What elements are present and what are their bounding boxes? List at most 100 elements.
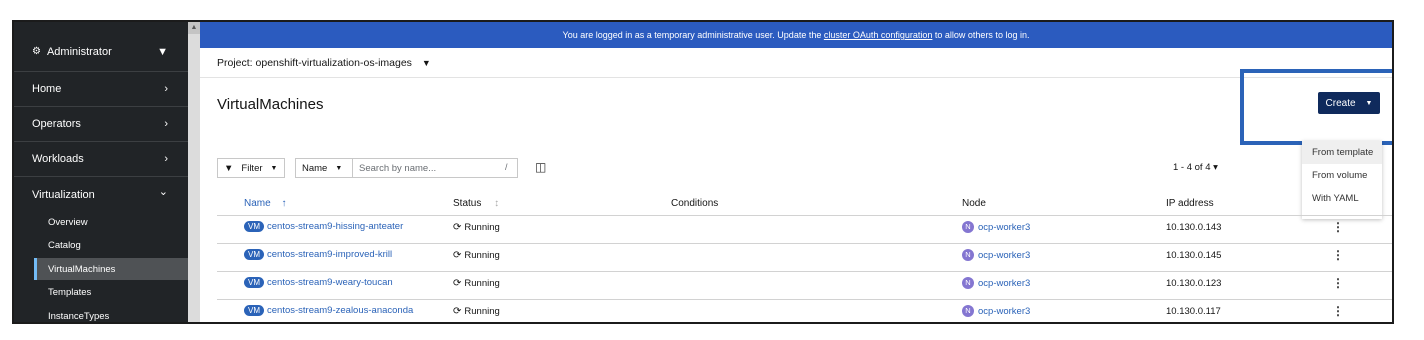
vm-status: ⟳ Running (453, 250, 500, 261)
kebab-menu-icon[interactable]: ⋮ (1332, 220, 1344, 234)
menu-item-with-yaml[interactable]: With YAML (1302, 187, 1382, 210)
chevron-down-icon: ▼ (157, 45, 168, 58)
name-select-label: Name (302, 162, 328, 174)
column-header-status[interactable]: Status ↕ (453, 198, 499, 209)
status-text: Running (464, 222, 500, 233)
vm-status: ⟳ Running (453, 306, 500, 317)
sidebar-item-label: Workloads (32, 153, 84, 165)
ip-address: 10.130.0.117 (1166, 306, 1221, 317)
node-badge: N (962, 305, 974, 317)
ip-address: 10.130.0.143 (1166, 222, 1222, 233)
ip-address: 10.130.0.145 (1166, 250, 1222, 261)
main-content: Project: openshift-virtualization-os-ima… (200, 48, 1392, 322)
sidebar-item-virtualmachines[interactable]: VirtualMachines (34, 258, 188, 280)
vm-name: centos-stream9-zealous-anaconda (267, 305, 414, 316)
kebab-menu-icon[interactable]: ⋮ (1332, 276, 1344, 290)
node-name: ocp-worker3 (978, 277, 1031, 289)
vm-name-link[interactable]: VM centos-stream9-weary-toucan (244, 277, 393, 288)
header-label: Name (244, 198, 271, 209)
column-header-node[interactable]: Node (962, 198, 986, 209)
vm-badge: VM (244, 221, 264, 232)
vm-status: ⟳ Running (453, 278, 500, 289)
status-text: Running (464, 306, 500, 317)
chevron-right-icon: › (164, 83, 168, 95)
node-link[interactable]: Nocp-worker3 (962, 249, 1030, 261)
column-header-conditions: Conditions (671, 198, 719, 209)
node-name: ocp-worker3 (978, 305, 1031, 317)
node-link[interactable]: Nocp-worker3 (962, 221, 1030, 233)
vm-name: centos-stream9-weary-toucan (267, 277, 393, 288)
sync-icon: ⟳ (453, 278, 462, 289)
vm-name-link[interactable]: VM centos-stream9-improved-krill (244, 249, 392, 260)
name-filter-select[interactable]: Name ▼ (295, 158, 353, 178)
oauth-config-link[interactable]: cluster OAuth configuration (824, 30, 933, 40)
project-selector[interactable]: Project: openshift-virtualization-os-ima… (200, 48, 1392, 78)
sidebar-scrollbar[interactable]: ▲ (188, 22, 200, 322)
perspective-label: Administrator (46, 45, 112, 58)
pagination[interactable]: 1 - 4 of 4 ▾ (1173, 162, 1218, 173)
sidebar-item-operators[interactable]: Operators › (14, 107, 188, 142)
node-name: ocp-worker3 (978, 249, 1031, 261)
create-dropdown-menu: From template From volume With YAML (1302, 141, 1382, 219)
status-text: Running (464, 278, 500, 289)
caret-down-icon: ▼ (1365, 99, 1373, 107)
node-badge: N (962, 249, 974, 261)
node-link[interactable]: Nocp-worker3 (962, 277, 1030, 289)
status-text: Running (464, 250, 500, 261)
sidebar-item-overview[interactable]: Overview (34, 211, 188, 233)
header-label: Status (453, 198, 482, 209)
table-divider (217, 243, 1392, 244)
menu-item-from-template[interactable]: From template (1302, 141, 1382, 164)
kebab-menu-icon[interactable]: ⋮ (1332, 248, 1344, 262)
ip-address: 10.130.0.123 (1166, 278, 1222, 289)
sidebar-item-templates[interactable]: Templates (34, 281, 188, 303)
sort-ascending-icon: ↑ (281, 198, 287, 209)
vm-name: centos-stream9-improved-krill (267, 249, 393, 260)
gear-icon: ⚙ (32, 46, 41, 57)
caret-down-icon: ▼ (421, 57, 431, 68)
menu-item-from-volume[interactable]: From volume (1302, 164, 1382, 187)
caret-down-icon: ▼ (335, 164, 343, 172)
sidebar-item-instancetypes[interactable]: InstanceTypes (34, 305, 188, 322)
admin-banner: You are logged in as a temporary adminis… (200, 22, 1392, 48)
filter-icon: ▼ (224, 162, 234, 174)
vm-name-link[interactable]: VM centos-stream9-zealous-anaconda (244, 305, 413, 316)
scroll-up-icon[interactable]: ▲ (188, 22, 200, 34)
chevron-right-icon: › (164, 153, 168, 165)
search-input[interactable] (353, 158, 518, 178)
filter-button[interactable]: ▼ Filter ▼ (217, 158, 285, 178)
column-header-name[interactable]: Name ↑ (244, 198, 286, 209)
sidebar-item-virtualization[interactable]: Virtualization ⌄ (14, 177, 188, 212)
column-header-ip[interactable]: IP address (1166, 198, 1214, 209)
sidebar-item-catalog[interactable]: Catalog (34, 234, 188, 256)
sidebar-item-home[interactable]: Home › (14, 72, 188, 107)
table-divider (217, 271, 1392, 272)
vm-badge: VM (244, 249, 264, 260)
table-divider (217, 299, 1392, 300)
vm-status: ⟳ Running (453, 222, 500, 233)
page-title: VirtualMachines (217, 96, 324, 113)
node-link[interactable]: Nocp-worker3 (962, 305, 1030, 317)
create-button[interactable]: Create ▼ (1318, 92, 1380, 114)
sidebar-item-workloads[interactable]: Workloads › (14, 142, 188, 177)
chevron-down-icon: ⌄ (158, 186, 168, 198)
kebab-menu-icon[interactable]: ⋮ (1332, 304, 1344, 318)
sidebar-item-label: Virtualization (32, 188, 95, 201)
sidebar-item-label: Home (32, 83, 62, 95)
node-badge: N (962, 277, 974, 289)
sync-icon: ⟳ (453, 222, 462, 233)
vm-name-link[interactable]: VM centos-stream9-hissing-anteater (244, 221, 403, 232)
table-divider (217, 215, 1392, 216)
sidebar: ⚙ Administrator ▼ Home › Operators › Wor… (14, 22, 188, 322)
sidebar-item-label: Operators (32, 118, 81, 130)
vm-badge: VM (244, 277, 264, 288)
node-name: ocp-worker3 (978, 221, 1031, 233)
caret-down-icon: ▼ (270, 164, 278, 172)
perspective-switcher[interactable]: ⚙ Administrator ▼ (14, 32, 188, 72)
manage-columns-icon[interactable]: ◫ (535, 160, 546, 174)
banner-text-suffix: to allow others to log in. (932, 30, 1030, 40)
node-badge: N (962, 221, 974, 233)
vm-badge: VM (244, 305, 264, 316)
banner-text-prefix: You are logged in as a temporary adminis… (562, 30, 824, 40)
create-button-label: Create (1325, 97, 1356, 109)
